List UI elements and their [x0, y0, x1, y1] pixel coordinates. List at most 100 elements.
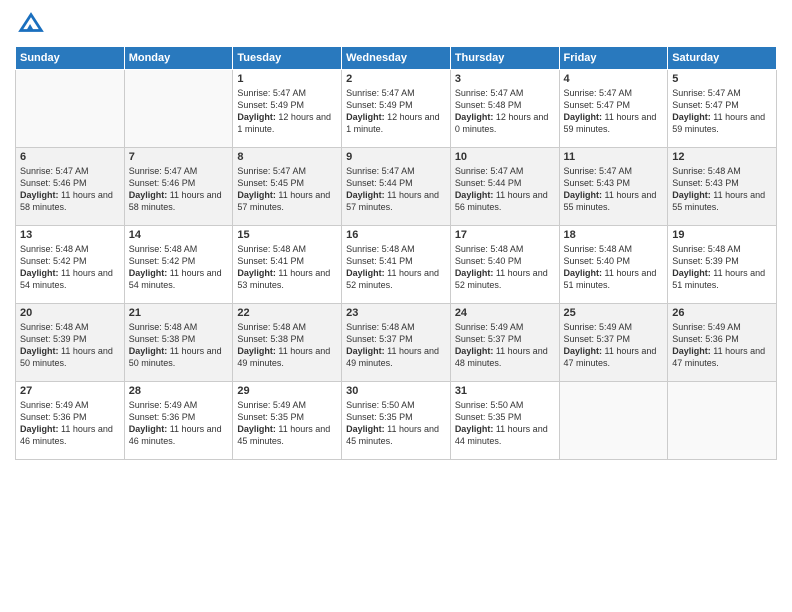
day-number: 29 — [237, 385, 337, 397]
cell-content: Sunrise: 5:48 AMSunset: 5:40 PMDaylight:… — [455, 243, 555, 292]
day-number: 13 — [20, 229, 120, 241]
calendar-cell: 27Sunrise: 5:49 AMSunset: 5:36 PMDayligh… — [16, 382, 125, 460]
calendar-cell: 28 Sunrise: 5:49 AMSunset: 5:36 PMDayligh… — [124, 382, 233, 460]
day-number: 8 — [237, 151, 337, 163]
cell-content: Sunrise: 5:48 AMSunset: 5:42 PMDaylight:… — [20, 243, 120, 292]
day-number: 30 — [346, 385, 446, 397]
calendar-header-row: SundayMondayTuesdayWednesdayThursdayFrid… — [16, 47, 777, 70]
calendar-cell: 9Sunrise: 5:47 AMSunset: 5:44 PMDaylight… — [342, 148, 451, 226]
day-number: 20 — [20, 307, 120, 319]
day-number: 16 — [346, 229, 446, 241]
cell-content: Sunrise: 5:47 AMSunset: 5:47 PMDaylight:… — [672, 87, 772, 136]
calendar-cell: 21Sunrise: 5:48 AMSunset: 5:38 PMDayligh… — [124, 304, 233, 382]
cell-content: Sunrise: 5:47 AMSunset: 5:45 PMDaylight:… — [237, 165, 337, 214]
calendar-cell: 2 Sunrise: 5:47 AMSunset: 5:49 PMDaylight… — [342, 70, 451, 148]
cell-content: Sunrise: 5:50 AMSunset: 5:35 PMDaylight:… — [346, 399, 446, 448]
cell-content: Sunrise: 5:47 AMSunset: 5:44 PMDaylight:… — [455, 165, 555, 214]
cell-content: Sunrise: 5:47 AMSunset: 5:48 PMDaylight:… — [455, 87, 555, 136]
calendar-cell: 18 Sunrise: 5:48 AMSunset: 5:40 PMDayligh… — [559, 226, 668, 304]
calendar-cell — [668, 382, 777, 460]
calendar-header-cell: Saturday — [668, 47, 777, 70]
cell-content: Sunrise: 5:47 AMSunset: 5:49 PMDaylight:… — [237, 87, 337, 136]
cell-content: Sunrise: 5:48 AMSunset: 5:38 PMDaylight:… — [237, 321, 337, 370]
calendar-table: SundayMondayTuesdayWednesdayThursdayFrid… — [15, 46, 777, 460]
calendar-cell: 10 Sunrise: 5:47 AMSunset: 5:44 PMDayligh… — [450, 148, 559, 226]
calendar-cell: 20 Sunrise: 5:48 AMSunset: 5:39 PMDayligh… — [16, 304, 125, 382]
cell-content: Sunrise: 5:49 AMSunset: 5:37 PMDaylight:… — [564, 321, 664, 370]
calendar-cell — [16, 70, 125, 148]
calendar-week-row: 6 Sunrise: 5:47 AMSunset: 5:46 PMDaylight… — [16, 148, 777, 226]
header — [15, 10, 777, 38]
day-number: 10 — [455, 151, 555, 163]
calendar-cell: 22 Sunrise: 5:48 AMSunset: 5:38 PMDayligh… — [233, 304, 342, 382]
calendar-week-row: 1Sunrise: 5:47 AMSunset: 5:49 PMDaylight… — [16, 70, 777, 148]
day-number: 7 — [129, 151, 229, 163]
cell-content: Sunrise: 5:48 AMSunset: 5:37 PMDaylight:… — [346, 321, 446, 370]
day-number: 18 — [564, 229, 664, 241]
cell-content: Sunrise: 5:49 AMSunset: 5:37 PMDaylight:… — [455, 321, 555, 370]
cell-content: Sunrise: 5:48 AMSunset: 5:41 PMDaylight:… — [237, 243, 337, 292]
day-number: 3 — [455, 73, 555, 85]
cell-content: Sunrise: 5:48 AMSunset: 5:41 PMDaylight:… — [346, 243, 446, 292]
calendar-cell: 25 Sunrise: 5:49 AMSunset: 5:37 PMDayligh… — [559, 304, 668, 382]
day-number: 12 — [672, 151, 772, 163]
calendar-cell: 30 Sunrise: 5:50 AMSunset: 5:35 PMDayligh… — [342, 382, 451, 460]
calendar-cell: 15 Sunrise: 5:48 AMSunset: 5:41 PMDayligh… — [233, 226, 342, 304]
calendar-cell: 11Sunrise: 5:47 AMSunset: 5:43 PMDayligh… — [559, 148, 668, 226]
calendar-header-cell: Thursday — [450, 47, 559, 70]
calendar-cell: 13 Sunrise: 5:48 AMSunset: 5:42 PMDayligh… — [16, 226, 125, 304]
calendar-cell: 17Sunrise: 5:48 AMSunset: 5:40 PMDayligh… — [450, 226, 559, 304]
calendar-cell: 19Sunrise: 5:48 AMSunset: 5:39 PMDayligh… — [668, 226, 777, 304]
day-number: 26 — [672, 307, 772, 319]
day-number: 15 — [237, 229, 337, 241]
cell-content: Sunrise: 5:48 AMSunset: 5:39 PMDaylight:… — [20, 321, 120, 370]
calendar-cell: 3 Sunrise: 5:47 AMSunset: 5:48 PMDaylight… — [450, 70, 559, 148]
calendar-cell — [559, 382, 668, 460]
cell-content: Sunrise: 5:48 AMSunset: 5:40 PMDaylight:… — [564, 243, 664, 292]
cell-content: Sunrise: 5:48 AMSunset: 5:43 PMDaylight:… — [672, 165, 772, 214]
day-number: 2 — [346, 73, 446, 85]
calendar-cell: 5 Sunrise: 5:47 AMSunset: 5:47 PMDaylight… — [668, 70, 777, 148]
cell-content: Sunrise: 5:49 AMSunset: 5:36 PMDaylight:… — [672, 321, 772, 370]
calendar-header-cell: Friday — [559, 47, 668, 70]
calendar-cell: 4 Sunrise: 5:47 AMSunset: 5:47 PMDaylight… — [559, 70, 668, 148]
calendar-header-cell: Sunday — [16, 47, 125, 70]
calendar-cell: 31Sunrise: 5:50 AMSunset: 5:35 PMDayligh… — [450, 382, 559, 460]
day-number: 4 — [564, 73, 664, 85]
cell-content: Sunrise: 5:47 AMSunset: 5:43 PMDaylight:… — [564, 165, 664, 214]
calendar-week-row: 27 Sunrise: 5:49 AMSunset: 5:36 PMDayligh… — [16, 382, 777, 460]
day-number: 5 — [672, 73, 772, 85]
day-number: 19 — [672, 229, 772, 241]
calendar-header-cell: Monday — [124, 47, 233, 70]
calendar-week-row: 20 Sunrise: 5:48 AMSunset: 5:39 PMDayligh… — [16, 304, 777, 382]
cell-content: Sunrise: 5:47 AMSunset: 5:47 PMDaylight:… — [564, 87, 664, 136]
calendar-header-cell: Wednesday — [342, 47, 451, 70]
calendar-cell: 16 Sunrise: 5:48 AMSunset: 5:41 PMDayligh… — [342, 226, 451, 304]
cell-content: Sunrise: 5:47 AMSunset: 5:46 PMDaylight:… — [20, 165, 120, 214]
day-number: 25 — [564, 307, 664, 319]
cell-content: Sunrise: 5:49 AMSunset: 5:36 PMDaylight:… — [129, 399, 229, 448]
calendar-cell: 14 Sunrise: 5:48 AMSunset: 5:42 PMDayligh… — [124, 226, 233, 304]
page: SundayMondayTuesdayWednesdayThursdayFrid… — [0, 0, 792, 612]
day-number: 28 — [129, 385, 229, 397]
day-number: 22 — [237, 307, 337, 319]
cell-content: Sunrise: 5:48 AMSunset: 5:42 PMDaylight:… — [129, 243, 229, 292]
cell-content: Sunrise: 5:49 AMSunset: 5:35 PMDaylight:… — [237, 399, 337, 448]
day-number: 14 — [129, 229, 229, 241]
day-number: 6 — [20, 151, 120, 163]
calendar-cell: 7 Sunrise: 5:47 AMSunset: 5:46 PMDaylight… — [124, 148, 233, 226]
calendar-cell: 29 Sunrise: 5:49 AMSunset: 5:35 PMDayligh… — [233, 382, 342, 460]
calendar-cell: 23 Sunrise: 5:48 AMSunset: 5:37 PMDayligh… — [342, 304, 451, 382]
calendar-cell: 24 Sunrise: 5:49 AMSunset: 5:37 PMDayligh… — [450, 304, 559, 382]
calendar-header-cell: Tuesday — [233, 47, 342, 70]
day-number: 27 — [20, 385, 120, 397]
day-number: 9 — [346, 151, 446, 163]
calendar-cell: 6 Sunrise: 5:47 AMSunset: 5:46 PMDaylight… — [16, 148, 125, 226]
day-number: 24 — [455, 307, 555, 319]
calendar-body: 1Sunrise: 5:47 AMSunset: 5:49 PMDaylight… — [16, 70, 777, 460]
cell-content: Sunrise: 5:47 AMSunset: 5:46 PMDaylight:… — [129, 165, 229, 214]
day-number: 21 — [129, 307, 229, 319]
logo-icon — [17, 10, 45, 38]
day-number: 23 — [346, 307, 446, 319]
cell-content: Sunrise: 5:47 AMSunset: 5:49 PMDaylight:… — [346, 87, 446, 136]
